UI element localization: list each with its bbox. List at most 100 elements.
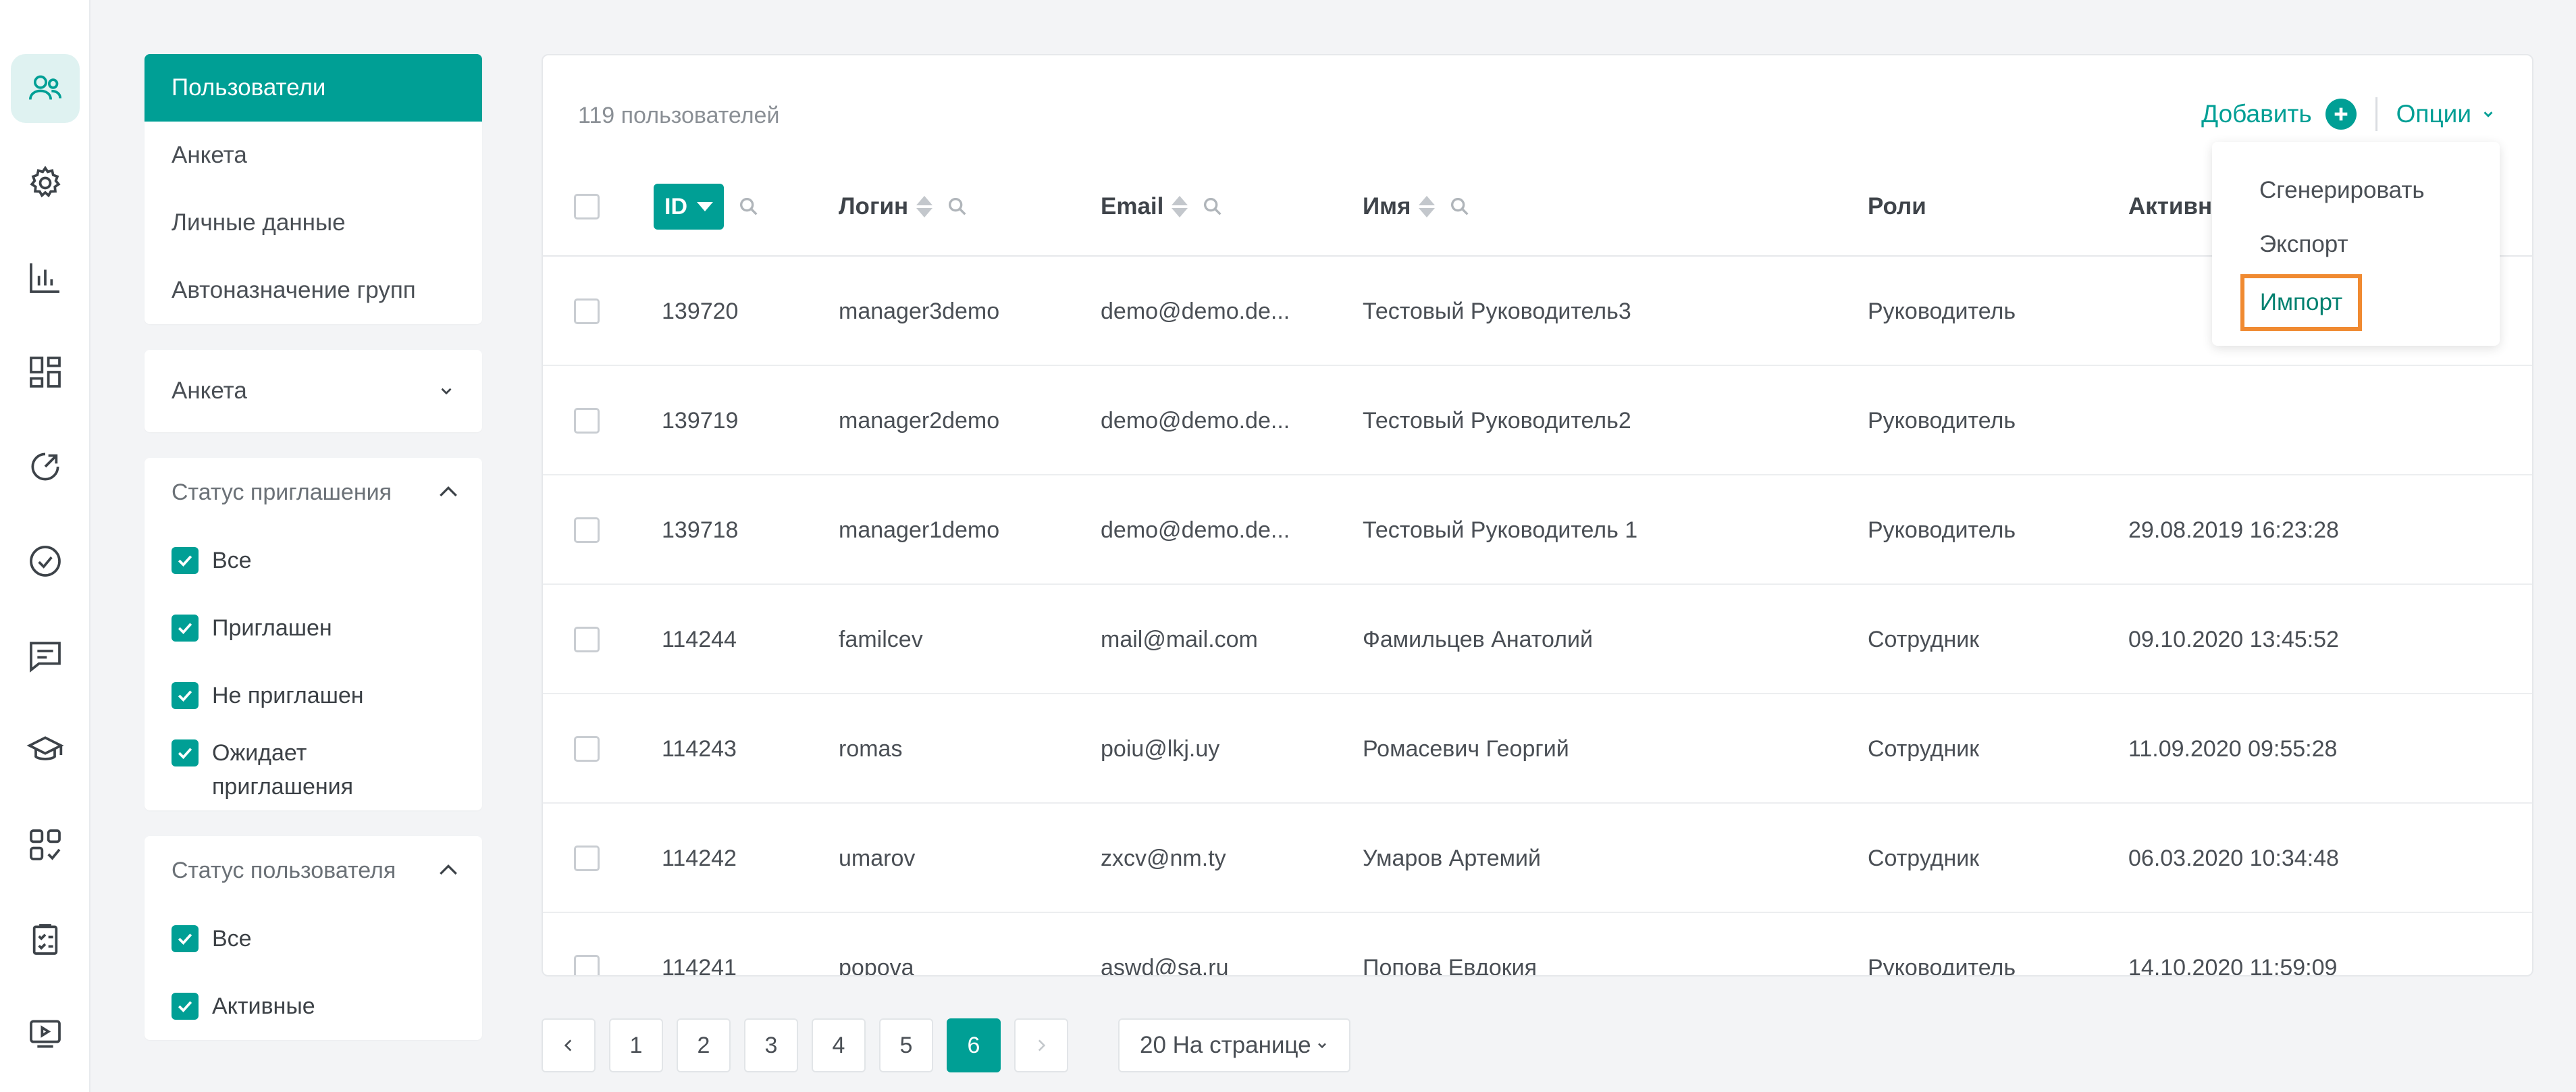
user-status-filter: Статус пользователя Все Активные	[144, 836, 482, 1040]
checkbox-checked[interactable]	[172, 739, 199, 766]
next-page-button[interactable]	[1014, 1018, 1068, 1072]
cell-id: 114244	[662, 626, 737, 652]
row-checkbox[interactable]	[574, 585, 600, 694]
column-login-label: Логин	[839, 193, 909, 219]
video-icon[interactable]	[11, 999, 80, 1068]
prev-page-button[interactable]	[542, 1018, 596, 1072]
page-5-button[interactable]: 5	[879, 1018, 933, 1072]
sort-icon[interactable]	[1419, 196, 1436, 217]
user-status-active[interactable]: Активные	[144, 972, 482, 1040]
row-checkbox[interactable]	[574, 257, 600, 366]
table-row[interactable]: 139718 manager1demo demo@demo.de... Тестовы…	[543, 475, 2532, 585]
nav-survey[interactable]: Анкета	[144, 122, 482, 189]
menu-item-generate[interactable]: Сгенерировать	[2259, 177, 2425, 204]
nav-personal-data[interactable]: Личные данные	[144, 189, 482, 257]
column-email[interactable]: Email	[1101, 157, 1224, 257]
cell-email: demo@demo.de...	[1101, 517, 1290, 543]
cell-name: Попова Евдокия	[1363, 954, 1537, 977]
invite-status-all[interactable]: Все	[144, 527, 482, 594]
gauge-icon[interactable]	[11, 432, 80, 501]
column-id[interactable]: ID	[654, 157, 760, 257]
sort-icon[interactable]	[916, 196, 933, 217]
cell-login: manager3demo	[839, 298, 1000, 324]
cell-role: Сотрудник	[1868, 626, 1980, 652]
sort-icon[interactable]	[1172, 196, 1188, 217]
apps-icon[interactable]	[11, 810, 80, 879]
dashboard-icon[interactable]	[11, 338, 80, 407]
column-active[interactable]: Активн	[2128, 157, 2212, 257]
per-page-select[interactable]: 20 На странице	[1118, 1018, 1350, 1072]
cell-email: poiu@lkj.uy	[1101, 735, 1220, 762]
search-icon[interactable]	[1201, 195, 1224, 218]
column-email-label: Email	[1101, 193, 1164, 219]
page-1-button[interactable]: 1	[609, 1018, 663, 1072]
cell-email: zxcv@nm.ty	[1101, 845, 1226, 871]
checkbox-checked[interactable]	[172, 682, 199, 709]
options-menu: Сгенерировать Экспорт Импорт	[2212, 142, 2500, 346]
check-circle-icon[interactable]	[11, 527, 80, 596]
clipboard-list-icon[interactable]	[11, 905, 80, 974]
id-sort-button[interactable]: ID	[654, 184, 724, 230]
user-status-header[interactable]: Статус пользователя	[144, 836, 482, 905]
chat-icon[interactable]	[11, 621, 80, 690]
cell-login: romas	[839, 735, 903, 762]
gear-icon[interactable]	[11, 149, 80, 217]
table-row[interactable]: 114241 popova aswd@sa.ru Попова Евдокия Руко…	[543, 913, 2532, 977]
add-button[interactable]: Добавить	[2201, 100, 2312, 128]
cell-id: 114243	[662, 735, 737, 762]
chevron-up-icon	[440, 864, 457, 875]
column-login[interactable]: Логин	[839, 157, 969, 257]
invite-status-pending[interactable]: Ожидает приглашения	[144, 729, 482, 804]
filters-panel: Пользователи Анкета Личные данные Автона…	[144, 54, 482, 1066]
page-3-button[interactable]: 3	[744, 1018, 798, 1072]
select-all-checkbox[interactable]	[574, 157, 600, 257]
checkbox-checked[interactable]	[172, 547, 199, 574]
row-checkbox[interactable]	[574, 366, 600, 475]
row-checkbox[interactable]	[574, 475, 600, 585]
checkbox-checked[interactable]	[172, 993, 199, 1020]
row-checkbox[interactable]	[574, 694, 600, 804]
table-row[interactable]: 114243 romas poiu@lkj.uy Ромасевич Георгий С…	[543, 694, 2532, 804]
chevron-down-icon	[441, 388, 452, 395]
page-6-button[interactable]: 6	[947, 1018, 1001, 1072]
search-icon[interactable]	[737, 195, 760, 218]
users-icon[interactable]	[11, 54, 80, 123]
row-checkbox[interactable]	[574, 804, 600, 913]
table-row[interactable]: 114242 umarov zxcv@nm.ty Умаров Артемий Сотр…	[543, 804, 2532, 913]
cell-last-active: 14.10.2020 11:59:09	[2128, 954, 2338, 977]
user-status-all[interactable]: Все	[144, 905, 482, 972]
nav-users[interactable]: Пользователи	[144, 54, 482, 122]
invite-status-not-invited[interactable]: Не приглашен	[144, 662, 482, 729]
page-2-button[interactable]: 2	[677, 1018, 731, 1072]
column-roles[interactable]: Роли	[1868, 157, 1926, 257]
column-name[interactable]: Имя	[1363, 157, 1471, 257]
table-row[interactable]: 114244 familcev mail@mail.com Фамильцев Ана…	[543, 585, 2532, 694]
cell-email: aswd@sa.ru	[1101, 954, 1229, 977]
menu-item-export[interactable]: Экспорт	[2259, 231, 2348, 258]
graduation-cap-icon[interactable]	[11, 716, 80, 785]
cell-login: manager2demo	[839, 407, 1000, 434]
search-icon[interactable]	[946, 195, 969, 218]
row-checkbox[interactable]	[574, 913, 600, 975]
nav-group-auto-assign[interactable]: Автоназначение групп	[144, 257, 482, 324]
cell-login: manager1demo	[839, 517, 1000, 543]
search-icon[interactable]	[1448, 195, 1471, 218]
table-row[interactable]: 139719 manager2demo demo@demo.de... Тестовы…	[543, 366, 2532, 475]
cell-email: demo@demo.de...	[1101, 298, 1290, 324]
plus-circle-icon[interactable]	[2325, 99, 2357, 130]
invite-status-header[interactable]: Статус приглашения	[144, 458, 482, 527]
cell-id: 139720	[662, 298, 739, 324]
cell-id: 139718	[662, 517, 739, 543]
bar-chart-icon[interactable]	[11, 243, 80, 312]
invite-status-invited[interactable]: Приглашен	[144, 594, 482, 662]
cell-login: popova	[839, 954, 914, 977]
page-4-button[interactable]: 4	[812, 1018, 866, 1072]
chevron-down-icon[interactable]	[2481, 107, 2496, 122]
survey-select[interactable]: Анкета	[144, 350, 482, 432]
checkbox-checked[interactable]	[172, 615, 199, 642]
checkbox-checked[interactable]	[172, 925, 199, 952]
menu-item-import[interactable]: Импорт	[2240, 274, 2362, 331]
per-page-label: 20 На странице	[1140, 1032, 1311, 1058]
options-button[interactable]: Опции	[2396, 100, 2471, 128]
user-count: 119 пользователей	[578, 103, 780, 128]
